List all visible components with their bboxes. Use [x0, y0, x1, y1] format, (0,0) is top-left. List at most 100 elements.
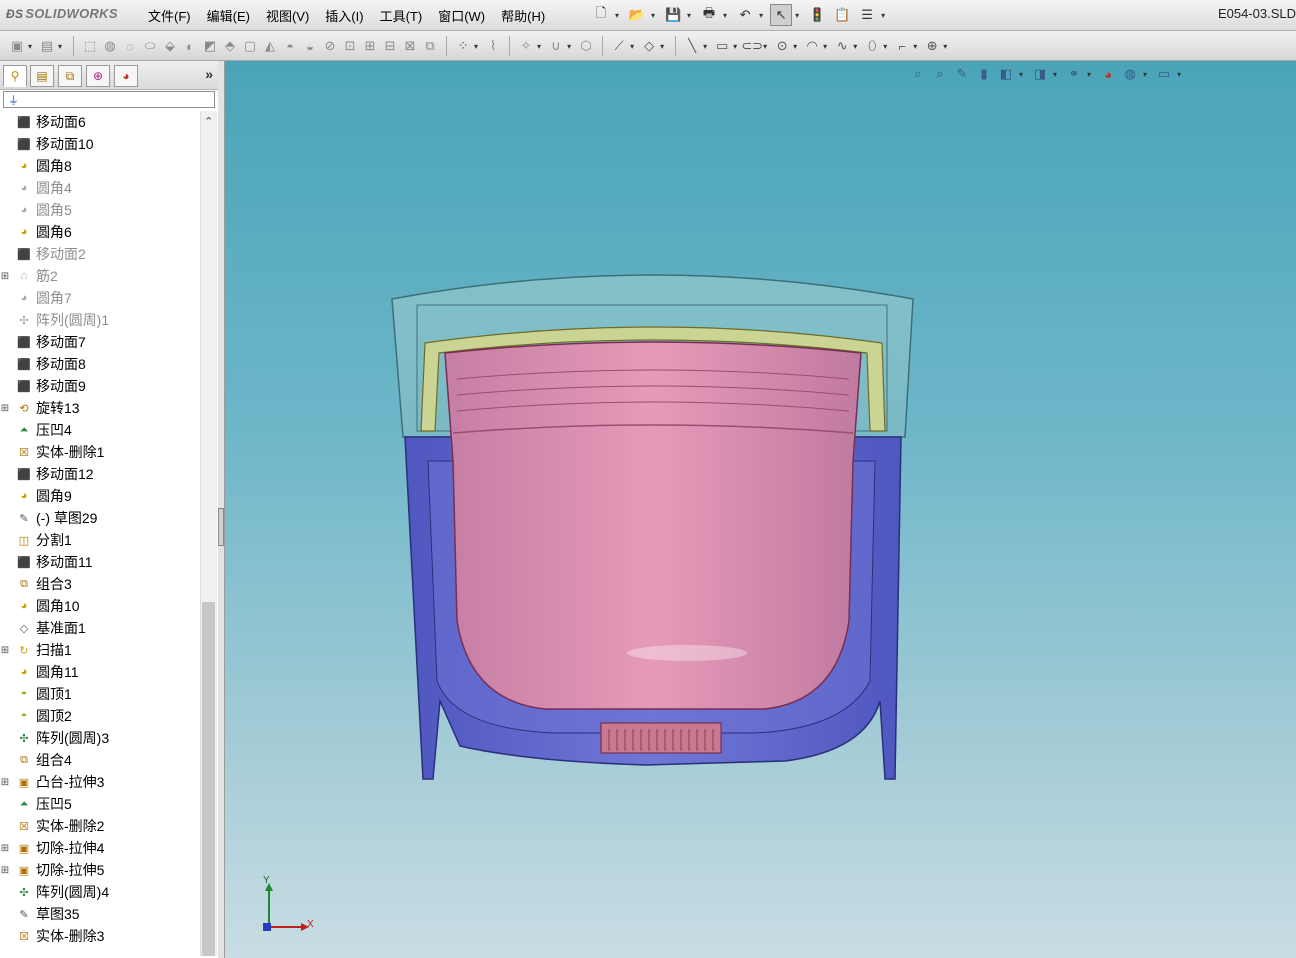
feature-tree-item[interactable]: ◇ 基准面1 [0, 617, 200, 639]
feature-tree-item[interactable]: ◕ 圆角4 [0, 177, 200, 199]
rib-tool-icon[interactable]: ⬘ [221, 37, 239, 55]
revolve-tool-icon[interactable]: ◍ [101, 37, 119, 55]
feature-tree-item[interactable]: ⬛ 移动面9 [0, 375, 200, 397]
fillet-tool-icon[interactable]: ◐ [181, 37, 199, 55]
feature-tree-item[interactable]: ⬛ 移动面12 [0, 463, 200, 485]
graphics-viewport[interactable]: ⌕ ⌕ ✎ ▮ ◧ ▾ ◨ ▾ ⚭ ▾ ◕ ◍ ▾ ▭ ▾ Y X [225, 61, 1296, 958]
tab-dimxpert-manager[interactable]: ⊕ [86, 65, 110, 87]
feature-tree-item[interactable]: ⊞ ▣ 切除-拉伸5 [0, 859, 200, 881]
feature-tree-item[interactable]: ◕ 圆角7 [0, 287, 200, 309]
move-face-tool-icon[interactable]: ⬚ [81, 37, 99, 55]
feature-tree-item[interactable]: ⧉ 组合3 [0, 573, 200, 595]
shell-tool-icon[interactable]: ▢ [241, 37, 259, 55]
feature-tree-item[interactable]: ✣ 阵列(圆周)3 [0, 727, 200, 749]
feature-tree-item[interactable]: ✣ 阵列(圆周)1 [0, 309, 200, 331]
scroll-up-icon[interactable]: ⌃ [204, 115, 213, 128]
arc-icon[interactable]: ◠ [803, 37, 821, 55]
chevron-down-icon[interactable]: ▾ [943, 42, 947, 51]
smart-dimension-icon[interactable]: ◇ [640, 37, 658, 55]
chevron-down-icon[interactable]: ▾ [883, 42, 887, 51]
chevron-down-icon[interactable]: ▾ [703, 42, 707, 51]
expand-toggle-icon[interactable]: ⊞ [0, 271, 10, 282]
open-folder-icon[interactable]: 📂 [626, 4, 648, 26]
menu-item[interactable]: 插入(I) [317, 0, 371, 30]
combine-tool-icon[interactable]: ⊞ [361, 37, 379, 55]
feature-tree-item[interactable]: ⊞ ⟲ 旋转13 [0, 397, 200, 419]
rebuild-icon[interactable]: 🚦 [806, 4, 828, 26]
expand-toggle-icon[interactable]: ⊞ [0, 865, 10, 876]
rectangle-icon[interactable]: ▭ [713, 37, 731, 55]
feature-tree-item[interactable]: ◕ 圆角6 [0, 221, 200, 243]
chevron-down-icon[interactable]: ▾ [58, 42, 62, 51]
model-section-view[interactable] [225, 61, 1296, 958]
chevron-down-icon[interactable]: ▾ [615, 11, 619, 20]
fillet-sketch-icon[interactable]: ⌐ [893, 37, 911, 55]
chevron-down-icon[interactable]: ▾ [913, 42, 917, 51]
mirror-tool-icon[interactable]: ⧉ [421, 37, 439, 55]
tree-scrollbar[interactable]: ⌃ [200, 111, 217, 956]
expand-toggle-icon[interactable]: ⊞ [0, 843, 10, 854]
panel-splitter[interactable] [218, 61, 225, 958]
curve-icon[interactable]: ∪ [547, 37, 565, 55]
expand-toggle-icon[interactable]: ⊞ [0, 403, 10, 414]
flex-tool-icon[interactable]: ⊡ [341, 37, 359, 55]
chevron-down-icon[interactable]: ▾ [823, 42, 827, 51]
tree-filter-input[interactable]: ⏚ [3, 91, 215, 108]
feature-tree-item[interactable]: ⬛ 移动面8 [0, 353, 200, 375]
feature-tree-item[interactable]: ✎ 草图35 [0, 903, 200, 925]
chevron-down-icon[interactable]: ▾ [474, 42, 478, 51]
cut-tool-icon[interactable]: ⬙ [161, 37, 179, 55]
instant3d-icon[interactable]: ⬡ [577, 37, 595, 55]
curves-icon[interactable]: ⌇ [484, 37, 502, 55]
wrap-tool-icon[interactable]: ⊘ [321, 37, 339, 55]
feature-tree-item[interactable]: ⊞ ▣ 凸台-拉伸3 [0, 771, 200, 793]
feature-tree-item[interactable]: ☒ 实体-删除2 [0, 815, 200, 837]
tab-property-manager[interactable]: ▤ [30, 65, 54, 87]
select-pointer-icon[interactable]: ↖ [770, 4, 793, 26]
circle-icon[interactable]: ⊙ [773, 37, 791, 55]
save-icon[interactable]: 💾 [662, 4, 684, 26]
feature-tree-item[interactable]: ◓ 圆顶2 [0, 705, 200, 727]
chevron-down-icon[interactable]: ▾ [660, 42, 664, 51]
sweep-tool-icon[interactable]: ◌ [121, 37, 139, 55]
linear-pattern-icon[interactable]: ⁘ [454, 37, 472, 55]
feature-tree-item[interactable]: ⏶ 压凹5 [0, 793, 200, 815]
chevron-down-icon[interactable]: ▾ [630, 42, 634, 51]
menu-item[interactable]: 文件(F) [140, 0, 199, 30]
feature-tree-item[interactable]: ◕ 圆角5 [0, 199, 200, 221]
line-icon[interactable]: ╲ [683, 37, 701, 55]
chevron-down-icon[interactable]: ▾ [763, 42, 767, 51]
dome-tool-icon[interactable]: ◓ [281, 37, 299, 55]
tab-feature-manager[interactable]: ⚲ [3, 65, 27, 87]
undo-icon[interactable]: ↶ [734, 4, 756, 26]
feature-tree-item[interactable]: ◓ 圆顶1 [0, 683, 200, 705]
intersect-tool-icon[interactable]: ⊠ [401, 37, 419, 55]
feature-tree-item[interactable]: ☒ 实体-删除1 [0, 441, 200, 463]
indent-tool-icon[interactable]: ◒ [301, 37, 319, 55]
feature-tree-item[interactable]: ☒ 实体-删除3 [0, 925, 200, 947]
scrollbar-thumb[interactable] [202, 602, 215, 956]
feature-tree-item[interactable]: ⬛ 移动面7 [0, 331, 200, 353]
feature-tree-item[interactable]: ◫ 分割1 [0, 529, 200, 551]
menu-item[interactable]: 视图(V) [258, 0, 317, 30]
split-tool-icon[interactable]: ⊟ [381, 37, 399, 55]
slot-icon[interactable]: ⊂⊃ [741, 37, 763, 55]
expand-toggle-icon[interactable]: ⊞ [0, 645, 10, 656]
menu-item[interactable]: 窗口(W) [430, 0, 493, 30]
menu-item[interactable]: 帮助(H) [493, 0, 553, 30]
options-icon[interactable]: ☰ [856, 4, 878, 26]
chevron-down-icon[interactable]: ▾ [733, 42, 737, 51]
feature-tree-item[interactable]: ⬛ 移动面11 [0, 551, 200, 573]
spline-icon[interactable]: ∿ [833, 37, 851, 55]
feature-tree-item[interactable]: ⬛ 移动面6 [0, 111, 200, 133]
draft-tool-icon[interactable]: ◭ [261, 37, 279, 55]
feature-tree-item[interactable]: ⬛ 移动面10 [0, 133, 200, 155]
chevron-down-icon[interactable]: ▾ [687, 11, 691, 20]
boss-group-icon[interactable]: ▤ [38, 37, 56, 55]
features-group-icon[interactable]: ▣ [8, 37, 26, 55]
feature-tree-item[interactable]: ◕ 圆角9 [0, 485, 200, 507]
feature-tree-item[interactable]: ⊞ ▣ 切除-拉伸4 [0, 837, 200, 859]
chevron-down-icon[interactable]: ▾ [651, 11, 655, 20]
feature-tree-item[interactable]: ⧉ 组合4 [0, 749, 200, 771]
new-document-icon[interactable]: 🗋 [590, 4, 612, 26]
